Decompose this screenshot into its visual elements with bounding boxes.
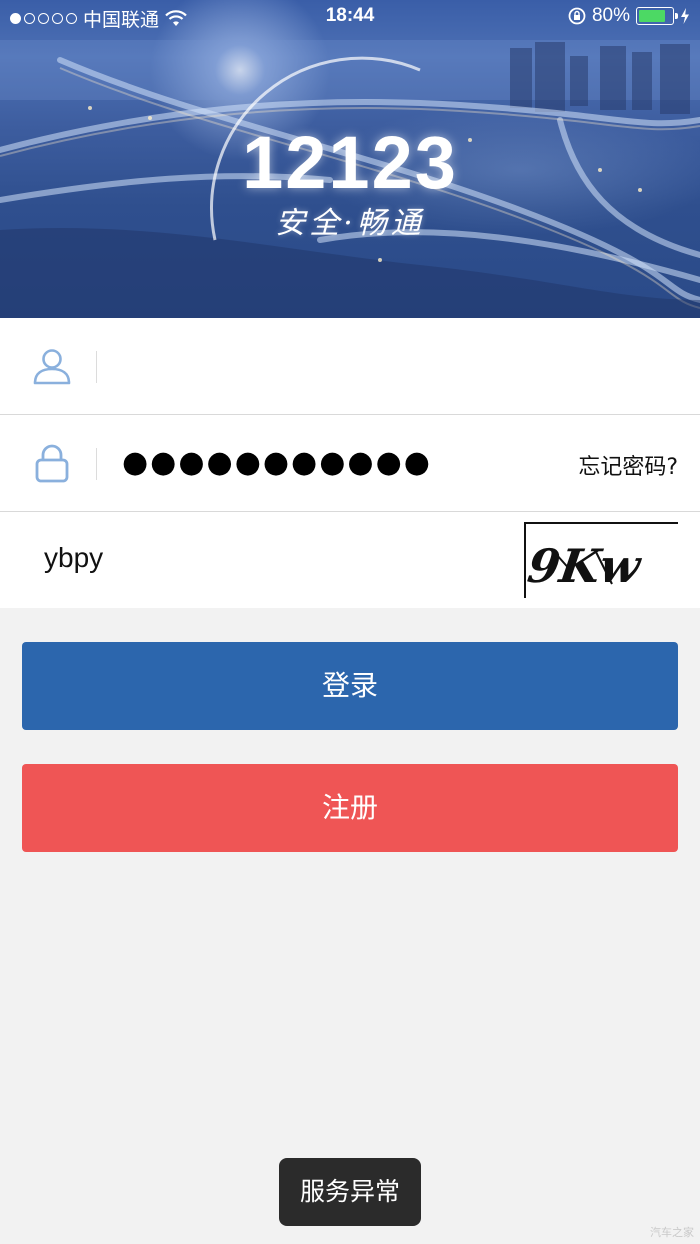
login-form: ●●●●●●●●●●● 忘记密码? ybpy 9Kw	[0, 318, 700, 608]
app-slogan: 安全·畅通	[275, 206, 425, 241]
captcha-text: 9Kw	[526, 539, 646, 593]
rotation-lock-icon	[568, 7, 586, 25]
battery-percent: 80%	[591, 5, 630, 26]
field-divider	[96, 351, 97, 383]
captcha-glyphs: 9Kw	[524, 539, 646, 593]
battery-icon	[636, 7, 678, 25]
field-divider	[96, 448, 97, 480]
password-input[interactable]: ●●●●●●●●●●●	[122, 443, 432, 483]
password-row: ●●●●●●●●●●● 忘记密码?	[0, 415, 700, 512]
username-row	[0, 318, 700, 415]
user-icon	[33, 349, 71, 385]
captcha-input[interactable]: ybpy	[44, 542, 103, 574]
captcha-row: ybpy 9Kw	[0, 512, 700, 608]
charging-bolt-icon	[681, 8, 689, 24]
app-logo-title: 12123	[242, 121, 458, 204]
status-bar: 中国联通 18:44 80%	[0, 0, 700, 36]
username-input[interactable]	[122, 342, 662, 390]
hero-banner: 12123 安全·畅通	[0, 0, 700, 318]
watermark: 汽车之家	[650, 1226, 694, 1239]
forgot-password-link[interactable]: 忘记密码?	[578, 449, 678, 481]
lock-icon	[35, 444, 69, 483]
error-toast: 服务异常	[279, 1158, 421, 1226]
login-button[interactable]: 登录	[22, 642, 678, 730]
register-button[interactable]: 注册	[22, 764, 678, 852]
captcha-image[interactable]: 9Kw	[524, 522, 678, 598]
